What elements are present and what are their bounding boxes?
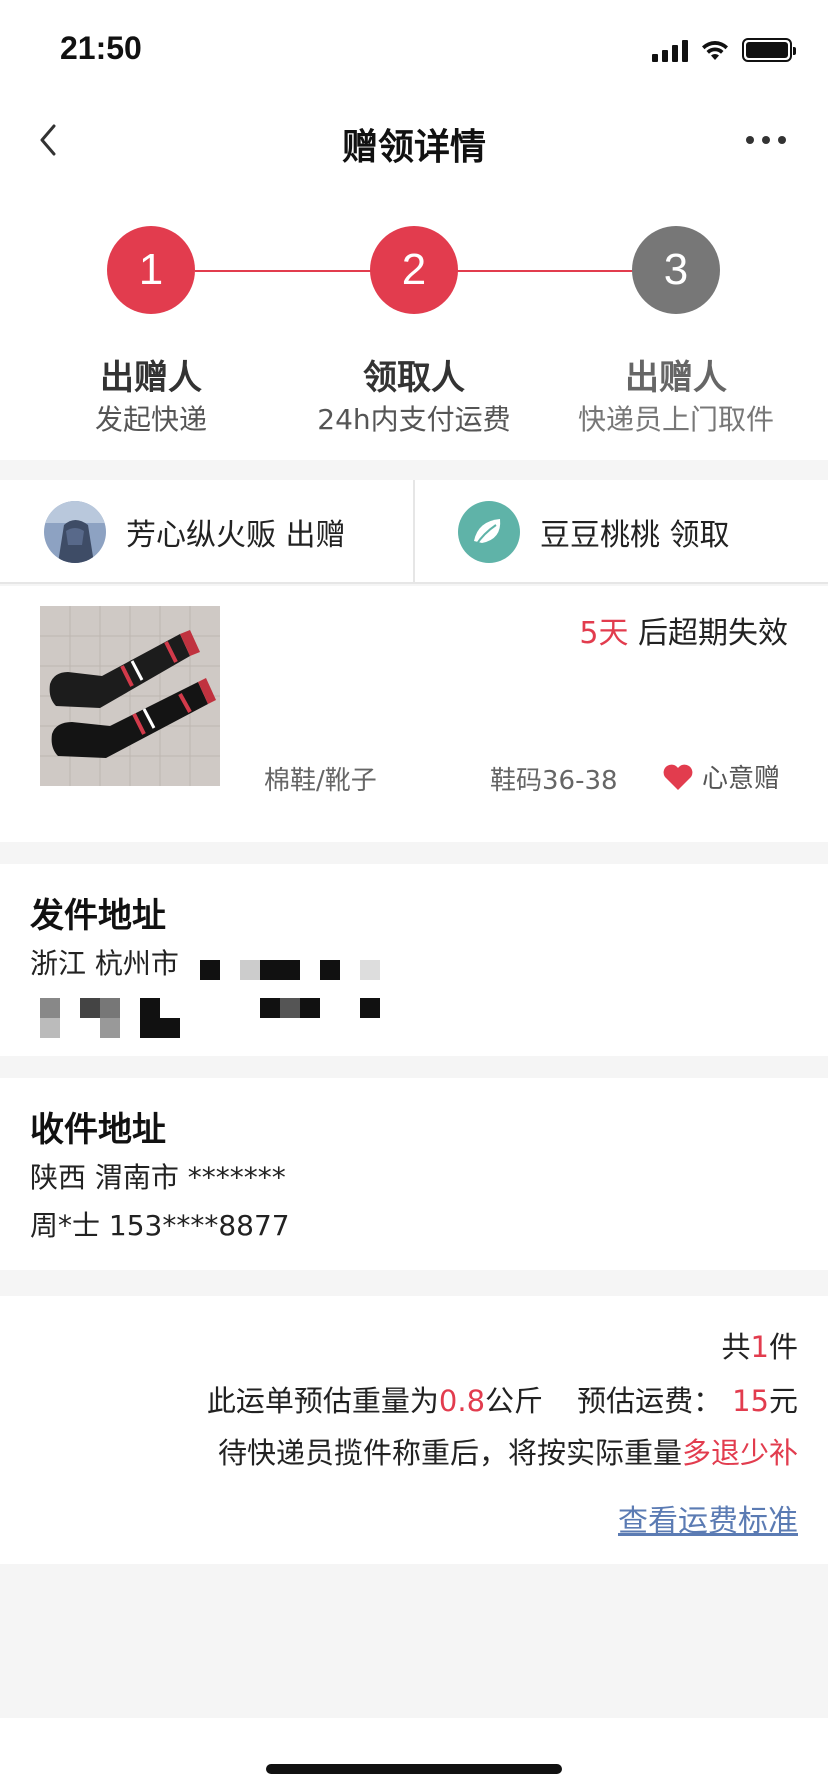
item-count: 共1件 xyxy=(722,1324,798,1366)
step-3-title: 出赠人 xyxy=(625,358,727,398)
step-1-circle: 1 xyxy=(107,226,195,314)
weight-prefix: 此运单预估重量为 xyxy=(206,1384,439,1418)
count-prefix: 共 xyxy=(721,1330,751,1364)
item-card[interactable]: 5天 后超期失效 棉鞋/靴子 鞋码36-38 心意赠 xyxy=(0,586,828,842)
receiver-address-title: 收件地址 xyxy=(30,1110,166,1150)
screen: 21:50 赠领详情 1 2 3 出赠人 领取人 出赠人 发起快递 24h内支付… xyxy=(0,0,828,1792)
avatar xyxy=(458,501,520,563)
step-2-title: 领取人 xyxy=(363,358,465,398)
more-dots-icon[interactable] xyxy=(746,130,794,150)
fee-unit: 元 xyxy=(768,1384,798,1418)
status-icons xyxy=(652,36,796,64)
weight-unit: 公斤 xyxy=(485,1384,544,1418)
reweigh-note: 待快递员揽件称重后，将按实际重量多退少补 xyxy=(218,1430,798,1472)
receiver[interactable]: 豆豆桃桃 领取 xyxy=(458,480,730,584)
status-time: 21:50 xyxy=(60,30,142,66)
participants-row: 芳心纵火贩 出赠 豆豆桃桃 领取 xyxy=(0,480,828,584)
avatar xyxy=(44,501,106,563)
giver[interactable]: 芳心纵火贩 出赠 xyxy=(44,480,346,584)
expire-suffix: 后超期失效 xyxy=(628,616,788,651)
step-2-circle: 2 xyxy=(370,226,458,314)
shipping-summary: 共1件 此运单预估重量为0.8公斤 预估运费： 15元 待快递员揽件称重后，将按实际… xyxy=(0,1296,828,1564)
step-3-subtitle: 快递员上门取件 xyxy=(577,403,774,436)
signal-icon xyxy=(652,38,688,62)
step-2-subtitle: 24h内支付运费 xyxy=(317,403,511,436)
sender-address-card: 发件地址 浙江 杭州市 xyxy=(0,864,828,1056)
giver-label: 芳心纵火贩 出赠 xyxy=(126,518,346,553)
count-suffix: 件 xyxy=(768,1330,798,1364)
item-size: 鞋码36-38 xyxy=(490,766,618,796)
expire-days: 5天 xyxy=(579,616,629,651)
step-connector-1 xyxy=(195,270,375,272)
nav-bar: 赠领详情 xyxy=(0,100,828,180)
step-1-subtitle: 发起快递 xyxy=(94,403,207,436)
note-prefix: 待快递员揽件称重后，将按实际重量 xyxy=(217,1436,682,1470)
receiver-contact-line: 周*士 153****8877 xyxy=(30,1209,290,1242)
home-indicator[interactable] xyxy=(266,1764,562,1774)
item-category: 棉鞋/靴子 xyxy=(264,766,377,796)
wifi-icon xyxy=(702,41,728,60)
gift-tag: 心意赠 xyxy=(662,758,780,795)
fee-value: 15 xyxy=(732,1384,769,1418)
bottom-bar xyxy=(0,1718,828,1792)
step-3-circle: 3 xyxy=(632,226,720,314)
fee-label: 预估运费： xyxy=(577,1384,723,1418)
weight-value: 0.8 xyxy=(438,1384,486,1418)
weight-fee-line: 此运单预估重量为0.8公斤 预估运费： 15元 xyxy=(207,1378,798,1420)
step-connector-2 xyxy=(455,270,635,272)
heart-icon xyxy=(663,764,693,790)
divider xyxy=(413,480,415,584)
item-photo[interactable] xyxy=(40,606,220,786)
battery-icon xyxy=(742,38,796,62)
receiver-address-card: 收件地址 陕西 渭南市 ******* 周*士 153****8877 xyxy=(0,1078,828,1270)
status-bar: 21:50 xyxy=(0,0,828,100)
gift-tag-label: 心意赠 xyxy=(701,764,780,794)
step-1-title: 出赠人 xyxy=(100,358,202,398)
page-title: 赠领详情 xyxy=(341,127,486,168)
count-value: 1 xyxy=(750,1330,769,1364)
expire-text: 5天 后超期失效 xyxy=(579,608,788,652)
view-fee-standard-link[interactable]: 查看运费标准 xyxy=(618,1496,798,1540)
note-highlight: 多退少补 xyxy=(681,1436,798,1470)
receiver-address-line: 陕西 渭南市 ******* xyxy=(30,1161,286,1194)
receiver-label: 豆豆桃桃 领取 xyxy=(540,518,730,553)
redaction-mosaic xyxy=(0,864,828,1056)
progress-steps: 1 2 3 出赠人 领取人 出赠人 发起快递 24h内支付运费 快递员上门取件 xyxy=(0,180,828,460)
